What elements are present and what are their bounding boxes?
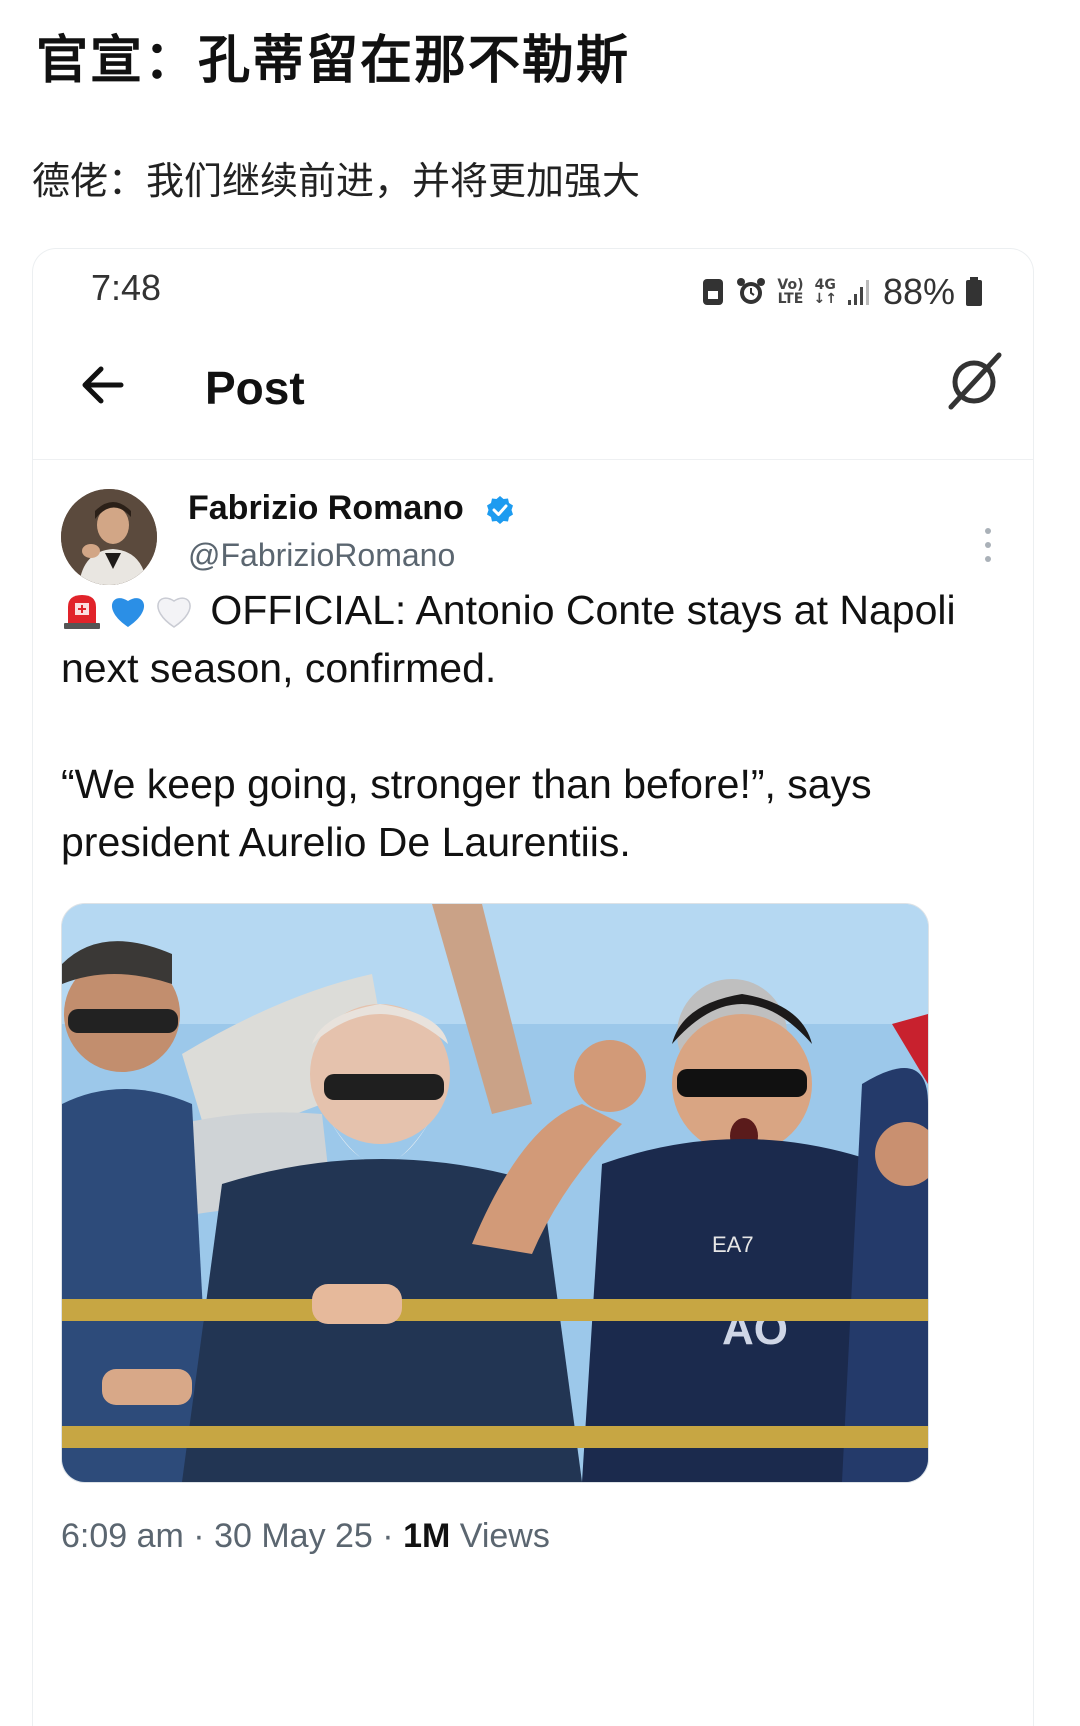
alarm-icon [737,278,766,304]
tweet-paragraph-1: OFFICIAL: Antonio Conte stays at Napoli … [61,581,1001,697]
volte-icon: Vo) LTE [777,278,803,306]
tweet-line-1: OFFICIAL: Antonio Conte stays at Napoli … [61,587,956,691]
tweet-paragraph-2: “We keep going, stronger than before!”, … [61,755,1001,871]
tweet-line-2: “We keep going, stronger than before!”, … [61,761,872,865]
status-bar: 7:48 Vo) LTE 4G ↓↑ 88% [33,249,1033,329]
status-time: 7:48 [91,267,162,308]
page-title: Post [205,362,305,414]
tweet-text: OFFICIAL: Antonio Conte stays at Napoli … [61,581,1001,871]
photo-illustration: EA7 AO [62,904,928,1482]
meta-separator: · [183,1517,215,1555]
arrow-left-icon[interactable] [75,357,131,413]
status-icons: Vo) LTE 4G ↓↑ 88% [701,271,983,313]
verified-badge-icon [487,496,513,524]
views-count: 1M [403,1517,451,1555]
nav-bar: Post [33,329,1033,460]
save-icon [703,279,724,305]
embedded-screenshot: 7:48 Vo) LTE 4G ↓↑ 88% Post Fabrizio Rom… [32,248,1034,1726]
battery-percent: 88% [882,271,955,312]
tweet-date[interactable]: 30 May 25 [214,1517,373,1555]
battery-icon [966,277,982,306]
views-label: Views [459,1517,550,1555]
4g-icon: 4G ↓↑ [813,278,836,306]
author-handle[interactable]: @FabrizioRomano [188,537,455,574]
more-vertical-icon[interactable] [983,525,993,565]
caption-subline: 德佬：我们继续前进，并将更加强大 [32,159,641,203]
volte-bottom-text: LTE [777,291,804,307]
avatar[interactable] [61,489,157,585]
caption-headline: 官宣：孔蒂留在那不勒斯 [36,31,631,91]
4g-bottom-text: ↓↑ [813,291,837,307]
grok-icon[interactable] [943,349,1005,411]
author-name[interactable]: Fabrizio Romano [188,489,464,528]
tweet-meta: 6:09 am · 30 May 25 · 1M Views [61,1517,550,1556]
tweet-time[interactable]: 6:09 am [61,1517,184,1555]
tweet-photo[interactable]: EA7 AO [61,903,929,1483]
meta-separator: · [372,1517,404,1555]
photo-text-shirt: EA7 [712,1232,754,1257]
blue-heart-emoji [111,598,145,627]
police-light-emoji [64,595,100,629]
signal-icon [847,280,869,305]
white-heart-emoji [157,597,191,628]
